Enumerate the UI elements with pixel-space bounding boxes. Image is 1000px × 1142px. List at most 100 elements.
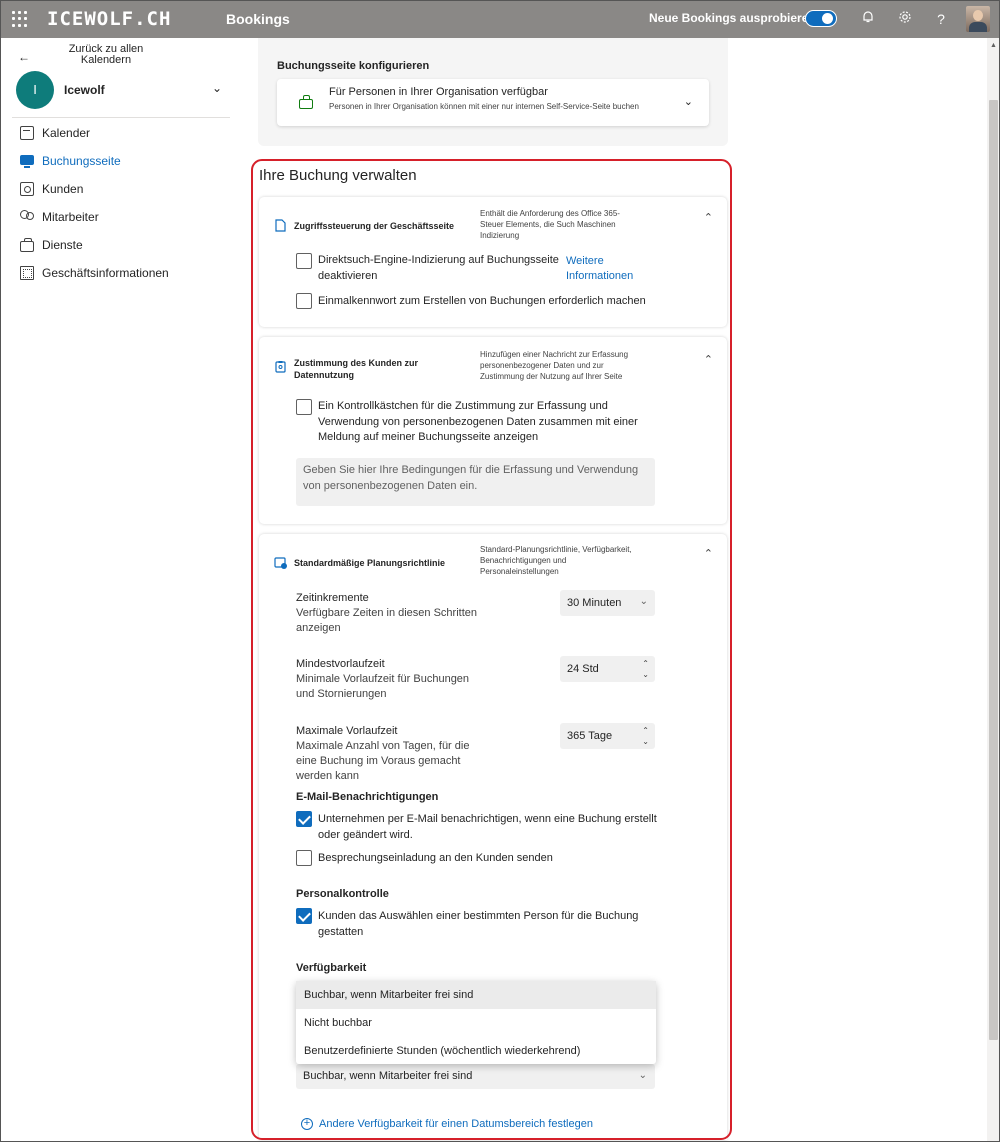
- back-label: Zurück zu allen Kalendern: [68, 43, 144, 66]
- increments-select[interactable]: 30 Minuten ⌄: [560, 590, 655, 616]
- add-date-range-label: Andere Verfügbarkeit für einen Datumsber…: [319, 1118, 593, 1130]
- sidebar-divider: [12, 117, 230, 118]
- services-icon: [20, 237, 34, 252]
- bell-icon[interactable]: [859, 10, 877, 28]
- min-lead-stepper[interactable]: 24 Std ⌃ ⌄: [560, 656, 655, 682]
- sidebar-item-label: Kunden: [42, 182, 84, 196]
- min-lead-label: Mindestvorlaufzeit: [296, 658, 385, 670]
- chevron-up-icon[interactable]: ⌃: [704, 547, 713, 560]
- customers-icon: [20, 182, 34, 196]
- scrollbar-thumb[interactable]: [989, 100, 998, 1040]
- availability-select[interactable]: Buchbar, wenn Mitarbeiter frei sind ⌄: [296, 1064, 655, 1089]
- business-info-icon: [20, 266, 34, 280]
- org-name: Icewolf: [64, 83, 105, 97]
- min-lead-value: 24 Std: [567, 663, 599, 675]
- gear-icon[interactable]: [896, 10, 914, 28]
- top-bar: ICEWOLF.CH Bookings Neue Bookings auspro…: [0, 0, 1000, 38]
- availability-menu: Buchbar, wenn Mitarbeiter frei sind Nich…: [296, 981, 656, 1064]
- select-staff-label: Kunden das Auswählen einer bestimmten Pe…: [318, 910, 639, 938]
- configure-card: Buchungsseite konfigurieren Für Personen…: [258, 38, 728, 146]
- sidebar: ← Zurück zu allen Kalendern I Icewolf ⌄ …: [0, 38, 238, 1142]
- min-lead-sub: Minimale Vorlaufzeit für Buchungen und S…: [296, 673, 470, 700]
- try-new-toggle[interactable]: [805, 10, 837, 27]
- max-lead-value: 365 Tage: [567, 730, 613, 742]
- section-desc: Standard-Planungsrichtlinie, Verfügbarke…: [480, 545, 632, 576]
- max-lead-stepper[interactable]: 365 Tage ⌃ ⌄: [560, 723, 655, 749]
- increments-sub: Verfügbare Zeiten in diesen Schritten an…: [296, 607, 478, 634]
- try-new-label: Neue Bookings ausprobieren: [649, 11, 816, 25]
- app-title[interactable]: Bookings: [226, 11, 290, 27]
- chevron-down-icon: ⌄: [638, 1070, 647, 1081]
- chevron-up-icon[interactable]: ⌃: [704, 211, 713, 224]
- sidebar-item-geschaeftsinformationen[interactable]: Geschäftsinformationen: [20, 263, 169, 283]
- audience-dropdown[interactable]: Für Personen in Ihrer Organisation verfü…: [277, 79, 709, 126]
- spin-arrows-icon[interactable]: ⌃ ⌄: [642, 658, 649, 680]
- clipboard-icon: [275, 361, 286, 373]
- section-title: Standardmäßige Planungsrichtlinie: [294, 558, 446, 568]
- chevron-down-icon: ⌄: [211, 81, 222, 95]
- calendar-icon: [20, 126, 34, 140]
- waffle-icon[interactable]: [12, 11, 28, 27]
- sidebar-item-label: Mitarbeiter: [42, 210, 99, 224]
- sidebar-item-label: Geschäftsinformationen: [42, 266, 169, 280]
- section-title: Zugriffssteuerung der Geschäftsseite: [294, 221, 455, 231]
- sidebar-item-kalender[interactable]: Kalender: [20, 123, 90, 143]
- scroll-up-icon[interactable]: ▲: [990, 42, 997, 49]
- increments-value: 30 Minuten: [567, 597, 622, 609]
- add-circle-icon: +: [301, 1118, 313, 1130]
- chevron-down-icon: ⌄: [683, 96, 693, 108]
- send-invite-checkbox[interactable]: [296, 850, 312, 866]
- increments-label: Zeitinkremente: [296, 592, 369, 604]
- calendar-clock-icon: [274, 557, 287, 569]
- availability-option[interactable]: Benutzerdefinierte Stunden (wöchentlich …: [296, 1037, 656, 1065]
- otp-checkbox[interactable]: [296, 293, 312, 309]
- search-indexing-label: Direktsuch-Engine-Indizierung auf Buchun…: [318, 254, 559, 282]
- availability-value: Buchbar, wenn Mitarbeiter frei sind: [303, 1070, 473, 1082]
- availability-option[interactable]: Nicht buchbar: [296, 1009, 656, 1037]
- max-lead-sub: Maximale Anzahl von Tagen, für die eine …: [296, 740, 470, 782]
- sidebar-item-label: Buchungsseite: [42, 154, 121, 168]
- booking-page-icon: [20, 155, 34, 168]
- max-lead-label: Maximale Vorlaufzeit: [296, 725, 398, 737]
- org-switcher[interactable]: I Icewolf ⌄: [16, 71, 228, 109]
- brand-logo: ICEWOLF.CH: [47, 8, 172, 30]
- spin-arrows-icon[interactable]: ⌃ ⌄: [642, 725, 649, 747]
- sidebar-item-dienste[interactable]: Dienste: [20, 235, 83, 255]
- consent-terms-input[interactable]: Geben Sie hier Ihre Bedingungen für die …: [296, 458, 655, 506]
- sidebar-item-label: Kalender: [42, 126, 91, 140]
- sidebar-item-mitarbeiter[interactable]: Mitarbeiter: [20, 207, 99, 227]
- avatar[interactable]: [966, 6, 990, 32]
- availability-option[interactable]: Buchbar, wenn Mitarbeiter frei sind: [296, 981, 656, 1009]
- scrollbar[interactable]: ▲: [987, 38, 1000, 1142]
- search-indexing-checkbox[interactable]: [296, 253, 312, 269]
- sidebar-item-kunden[interactable]: Kunden: [20, 179, 83, 199]
- manage-title: Ihre Buchung verwalten: [259, 167, 417, 184]
- email-heading: E-Mail-Benachrichtigungen: [296, 791, 439, 803]
- select-staff-checkbox[interactable]: [296, 908, 312, 924]
- audience-title: Für Personen in Ihrer Organisation verfü…: [329, 86, 548, 98]
- staff-heading: Personalkontrolle: [296, 888, 389, 900]
- section-desc: Hinzufügen einer Nachricht zur Erfassung…: [480, 350, 629, 381]
- audience-desc: Personen in Ihrer Organisation können mi…: [329, 102, 639, 111]
- notify-business-checkbox[interactable]: [296, 811, 312, 827]
- help-icon[interactable]: ?: [932, 10, 950, 28]
- sidebar-item-buchungsseite[interactable]: Buchungsseite: [20, 151, 121, 171]
- chevron-down-icon: ⌄: [639, 596, 648, 607]
- briefcase-icon: [299, 95, 313, 109]
- add-date-range-link[interactable]: + Andere Verfügbarkeit für einen Datumsb…: [301, 1118, 593, 1130]
- notify-business-label: Unternehmen per E-Mail benachrichtigen, …: [318, 813, 657, 841]
- access-control-section: Zugriffssteuerung der Geschäftsseite Ent…: [259, 197, 727, 327]
- configure-label: Buchungsseite konfigurieren: [277, 60, 430, 72]
- arrow-left-icon: ←: [18, 50, 30, 64]
- section-desc: Enthält die Anforderung des Office 365-S…: [480, 209, 620, 240]
- sidebar-item-label: Dienste: [42, 238, 83, 252]
- consent-checkbox[interactable]: [296, 399, 312, 415]
- availability-heading: Verfügbarkeit: [296, 962, 367, 974]
- otp-label: Einmalkennwort zum Erstellen von Buchung…: [318, 295, 646, 307]
- consent-label: Ein Kontrollkästchen für die Zustimmung …: [318, 400, 638, 443]
- section-title: Zustimmung des Kunden zur Datennutzung: [294, 358, 419, 380]
- more-info-link[interactable]: Weitere Informationen: [566, 254, 646, 284]
- org-avatar: I: [16, 71, 54, 109]
- send-invite-label: Besprechungseinladung an den Kunden send…: [318, 852, 553, 864]
- chevron-up-icon[interactable]: ⌃: [704, 353, 713, 366]
